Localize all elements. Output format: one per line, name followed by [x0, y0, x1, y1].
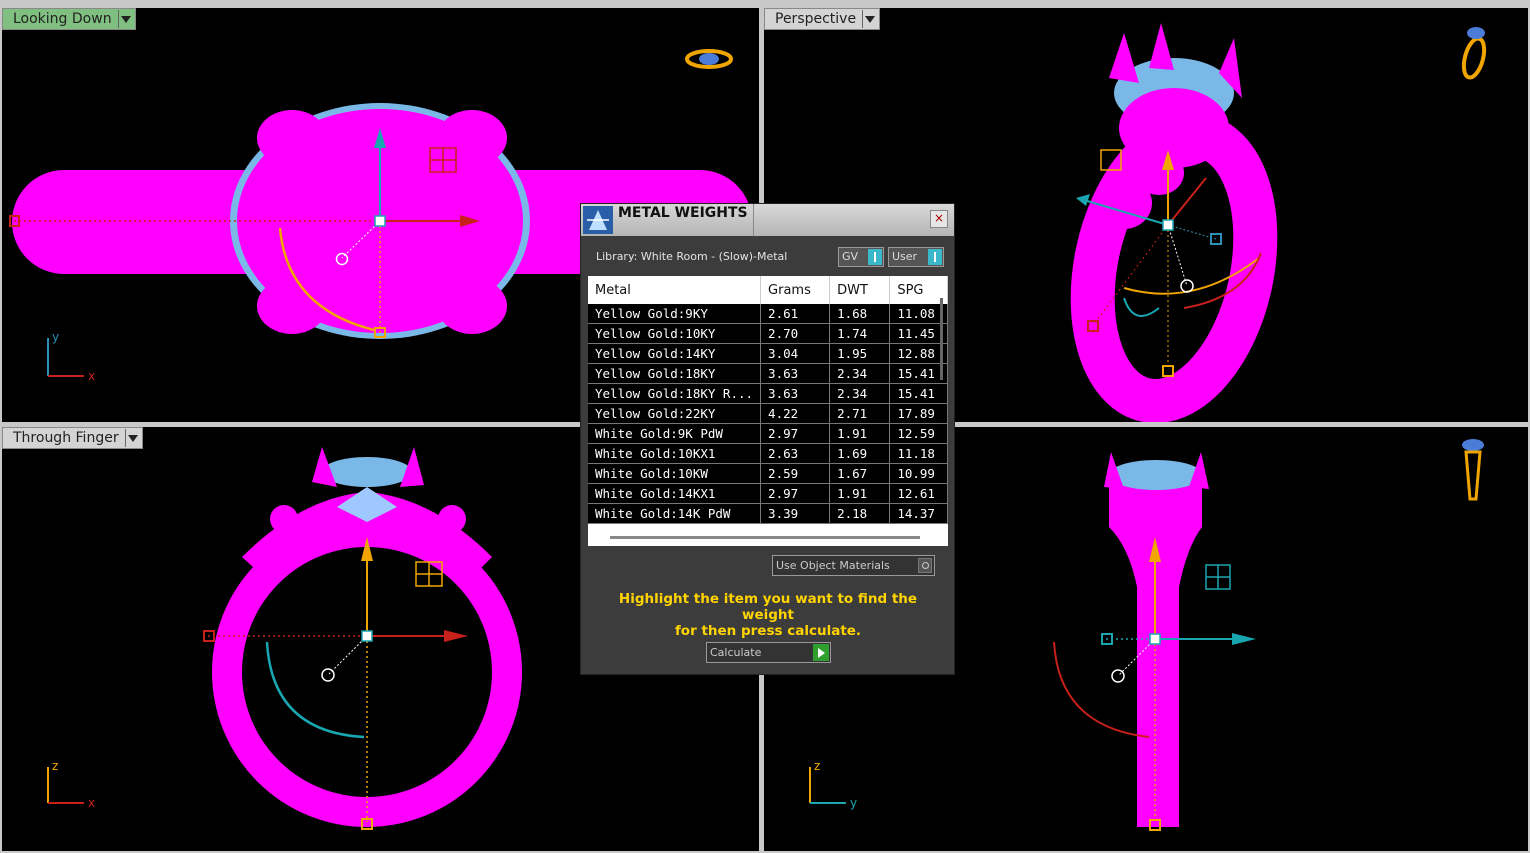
table-row[interactable]: Yellow Gold:22KY 4.22 2.71 17.89 — [588, 403, 948, 424]
user-toggle-button[interactable]: User — [888, 247, 944, 267]
axis-label-v: z — [814, 759, 820, 773]
axis-label-h: y — [850, 796, 857, 810]
chevron-down-icon[interactable] — [124, 429, 138, 447]
table-row[interactable]: Yellow Gold:14KY 3.04 1.95 12.88 — [588, 343, 948, 364]
table-row[interactable]: White Gold:10KX1 2.63 1.69 11.18 — [588, 443, 948, 464]
toggle-indicator-icon — [928, 249, 942, 265]
chevron-down-icon[interactable] — [117, 10, 131, 28]
gv-toggle-button[interactable]: GV — [838, 247, 884, 267]
horizontal-scrollbar[interactable] — [610, 536, 920, 539]
table-row[interactable]: White Gold:14K PdW 3.39 2.18 14.37 — [588, 503, 948, 524]
table-row[interactable]: White Gold:14KX1 2.97 1.91 12.61 — [588, 483, 948, 504]
column-header-dwt[interactable]: DWT — [829, 276, 891, 304]
table-row[interactable]: Yellow Gold:18KY 3.63 2.34 15.41 — [588, 363, 948, 384]
viewport-label-looking-down[interactable]: Looking Down — [2, 8, 136, 30]
instruction-text: Highlight the item you want to find the … — [618, 591, 918, 639]
calculate-button[interactable]: Calculate — [706, 642, 831, 663]
use-object-materials-toggle[interactable]: Use Object Materials — [772, 555, 935, 576]
play-icon — [813, 644, 829, 661]
axis-label-v: z — [52, 759, 58, 773]
column-header-spg[interactable]: SPG — [889, 276, 948, 304]
table-row[interactable]: White Gold:9K PdW 2.97 1.91 12.59 — [588, 423, 948, 444]
radio-indicator-icon — [918, 558, 932, 573]
table-row[interactable]: Yellow Gold:10KY 2.70 1.74 11.45 — [588, 323, 948, 344]
column-header-grams[interactable]: Grams — [760, 276, 831, 304]
axis-label-h: x — [88, 796, 95, 810]
table-row[interactable]: Yellow Gold:18KY R... 3.63 2.34 15.41 — [588, 383, 948, 404]
metal-table[interactable]: Metal Grams DWT SPG Yellow Gold:9KY 2.61 1… — [588, 276, 948, 546]
viewport-label-through-finger[interactable]: Through Finger — [2, 427, 143, 449]
chevron-down-icon[interactable] — [862, 10, 876, 28]
scale-logo-icon — [583, 206, 613, 234]
dialog-title: METAL WEIGHTS — [618, 205, 748, 221]
table-row[interactable]: White Gold:10KW 2.59 1.67 10.99 — [588, 463, 948, 484]
axis-label-v: y — [52, 330, 59, 344]
table-row[interactable]: Yellow Gold:9KY 2.61 1.68 11.08 — [588, 304, 948, 324]
column-header-metal[interactable]: Metal — [588, 276, 762, 304]
table-header-row: Metal Grams DWT SPG — [588, 276, 948, 304]
viewport-label-perspective[interactable]: Perspective — [764, 8, 881, 30]
toggle-indicator-icon — [868, 249, 882, 265]
vertical-scrollbar[interactable] — [940, 298, 943, 380]
metal-weights-dialog[interactable]: METAL WEIGHTS × Library: White Room - (S… — [580, 203, 955, 675]
dialog-title-bar[interactable]: METAL WEIGHTS × — [581, 204, 954, 236]
library-label: Library: White Room - (Slow)-Metal — [596, 250, 788, 263]
close-icon[interactable]: × — [930, 210, 948, 228]
axis-label-h: x — [88, 369, 95, 383]
title-separator — [753, 204, 754, 236]
